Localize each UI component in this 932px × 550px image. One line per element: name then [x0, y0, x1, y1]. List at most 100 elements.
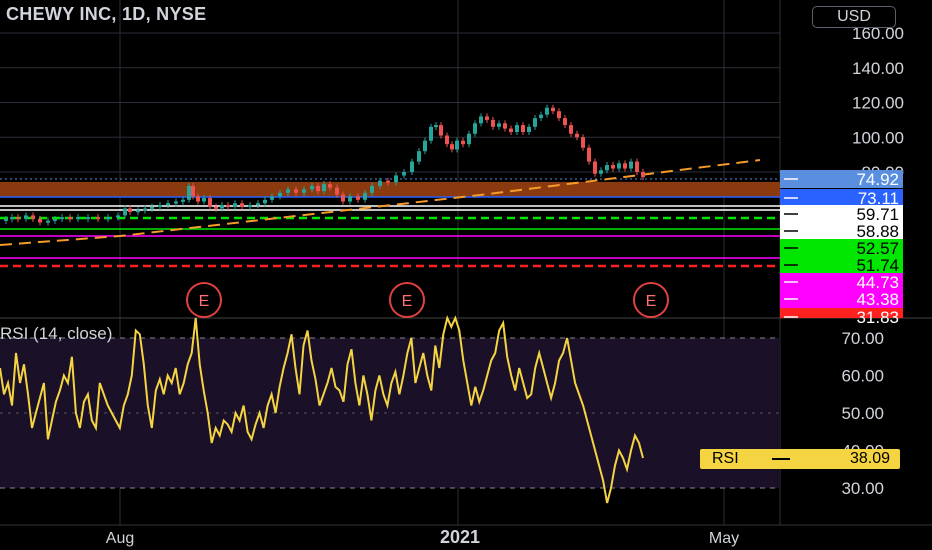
- candle-body: [423, 140, 427, 152]
- candle-body: [569, 125, 573, 134]
- candle-body: [378, 180, 382, 186]
- candle-body: [461, 140, 465, 145]
- candle-body: [270, 196, 274, 200]
- candle-body: [473, 123, 477, 134]
- candle-body: [623, 163, 627, 169]
- candle-body: [386, 180, 390, 183]
- price-axis-label: 120.00: [852, 94, 904, 113]
- candle-body: [286, 189, 290, 193]
- candle-body: [220, 205, 224, 209]
- candle-body: [310, 185, 314, 190]
- candle-body: [551, 107, 555, 112]
- candle-body: [557, 111, 561, 119]
- candle-body: [356, 196, 360, 200]
- candle-body: [370, 185, 374, 193]
- candle-body: [208, 198, 212, 207]
- candle-body: [629, 161, 633, 169]
- rsi-axis-label: 50.00: [841, 404, 884, 423]
- candle-body: [348, 196, 352, 202]
- candle-body: [4, 218, 8, 221]
- candle-body: [497, 123, 501, 127]
- time-axis-label: Aug: [106, 530, 134, 547]
- candle-body: [503, 123, 507, 129]
- candle-body: [16, 217, 20, 220]
- candle-body: [86, 217, 90, 220]
- rsi-badge-dash: [772, 458, 790, 460]
- candle-body: [38, 218, 42, 223]
- price-level-badge-text: 74.92: [856, 170, 899, 189]
- candle-body: [439, 125, 443, 136]
- symbol-title: CHEWY INC, 1D, NYSE: [6, 4, 207, 24]
- candle-body: [581, 137, 585, 148]
- candle-body: [116, 215, 120, 218]
- candle-body: [240, 203, 244, 207]
- candle-body: [233, 203, 237, 207]
- candle-body: [226, 205, 230, 208]
- candle-body: [593, 161, 597, 174]
- candle-body: [106, 217, 110, 220]
- candle-body: [166, 203, 170, 206]
- time-axis-label: May: [709, 530, 739, 547]
- candle-body: [143, 208, 147, 211]
- candle-body: [24, 215, 28, 219]
- candle-body: [410, 161, 414, 172]
- candle-body: [256, 203, 260, 206]
- candle-body: [128, 208, 132, 212]
- event-marker-label: E: [402, 293, 413, 310]
- candle-body: [316, 185, 320, 192]
- candle-body: [76, 217, 80, 220]
- candle-body: [181, 199, 185, 202]
- rsi-axis-label: 70.00: [841, 329, 884, 348]
- candle-body: [214, 206, 218, 209]
- candle-body: [485, 116, 489, 120]
- candle-body: [68, 217, 72, 220]
- candle-body: [335, 187, 339, 195]
- price-level-badge-text: 31.83: [856, 308, 899, 327]
- rsi-axis-label: 30.00: [841, 479, 884, 498]
- candle-body: [467, 133, 471, 145]
- price-axis-label: 100.00: [852, 128, 904, 147]
- candle-body: [527, 126, 531, 133]
- candle-body: [429, 126, 433, 141]
- candle-body: [509, 128, 513, 133]
- rsi-value-badge: RSI 38.09: [700, 449, 900, 469]
- rsi-value: 38.09: [849, 450, 890, 467]
- price-level-badge-text: 43.38: [856, 290, 899, 309]
- candle-body: [450, 144, 454, 150]
- candle-body: [587, 147, 591, 162]
- candle-body: [278, 192, 282, 197]
- candle-body: [202, 198, 206, 202]
- candle-body: [322, 184, 326, 192]
- candle-body: [521, 125, 525, 133]
- candle-body: [248, 205, 252, 208]
- rsi-band: [0, 338, 780, 488]
- candle-body: [46, 220, 50, 223]
- candle-body: [10, 217, 14, 220]
- candle-body: [417, 151, 421, 162]
- candle-body: [174, 201, 178, 204]
- candle-body: [635, 161, 639, 172]
- candle-body: [611, 165, 615, 169]
- candle-body: [455, 140, 459, 150]
- event-marker-label: E: [646, 293, 657, 310]
- candle-body: [617, 163, 621, 169]
- candle-body: [136, 210, 140, 213]
- candle-body: [563, 118, 567, 126]
- candle-body: [545, 107, 549, 115]
- resistance-band: [0, 188, 780, 197]
- candle-body: [479, 116, 483, 124]
- time-axis-label: 2021: [440, 527, 480, 547]
- candle-body: [96, 217, 100, 220]
- candle-body: [605, 165, 609, 171]
- candle-body: [187, 185, 191, 200]
- candle-body: [341, 194, 345, 202]
- rsi-axis-label: 60.00: [841, 367, 884, 386]
- candle-body: [150, 206, 154, 209]
- candle-body: [539, 114, 543, 119]
- currency-button[interactable]: USD: [812, 6, 896, 28]
- candle-body: [445, 135, 449, 145]
- candle-body: [394, 175, 398, 183]
- candle-body: [158, 205, 162, 208]
- candle-body: [641, 172, 645, 178]
- candle-body: [53, 218, 57, 221]
